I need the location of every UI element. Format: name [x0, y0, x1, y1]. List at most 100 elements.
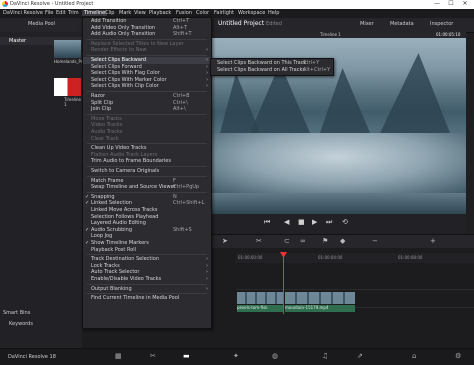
- resolve-logo-icon: [2, 1, 8, 7]
- fairlight-page-icon[interactable]: ♫: [322, 352, 328, 360]
- home-icon[interactable]: ⌂: [412, 352, 416, 360]
- play-icon[interactable]: ▶: [312, 218, 317, 226]
- menu-separator: [87, 113, 207, 115]
- menu-item-label: Playback Post Roll: [91, 246, 137, 253]
- clip-thumbnail[interactable]: [54, 40, 81, 58]
- playhead[interactable]: [283, 252, 284, 314]
- clip-name-label[interactable]: mountain-15179.mp4: [285, 305, 355, 312]
- menu-item-label: Replace Selected Titles to New Layer: [91, 40, 184, 47]
- go-to-start-icon[interactable]: ⏮: [264, 218, 270, 227]
- flag-icon[interactable]: ⚑: [322, 237, 328, 245]
- menu-item-label: Show Timeline Markers: [91, 240, 149, 246]
- video-clip[interactable]: [285, 292, 355, 304]
- close-button[interactable]: ✕: [458, 0, 472, 7]
- selection-tool-icon[interactable]: ➤: [222, 237, 228, 245]
- media-pool-thumbnails: Homelands_Pr Timeline 1: [52, 32, 83, 112]
- menu-workspace[interactable]: Workspace: [238, 10, 265, 16]
- submenu-item-label: Select Clips Backward on This Track: [217, 60, 307, 66]
- go-to-end-icon[interactable]: ⏭: [326, 218, 332, 227]
- menu-help[interactable]: Help: [268, 10, 279, 16]
- menu-item[interactable]: Enable/Disable Video Tracks ›: [83, 276, 211, 283]
- submenu-item-shortcut: Alt+Ctrl+Y: [303, 67, 331, 73]
- zoom-out-icon[interactable]: −: [372, 237, 378, 245]
- submenu-arrow-icon: ›: [206, 57, 208, 63]
- menu-item[interactable]: Trim Audio to Frame Boundaries: [83, 158, 211, 165]
- metadata-button[interactable]: Metadata: [390, 21, 414, 27]
- menu-fusion[interactable]: Fusion: [176, 10, 192, 16]
- menu-file[interactable]: File: [45, 10, 53, 16]
- marker-icon[interactable]: ◆: [340, 237, 345, 245]
- menu-item-label: Layered Audio Editing: [91, 220, 146, 227]
- menu-davinci-resolve[interactable]: DaVinci Resolve: [3, 10, 43, 16]
- color-page-icon[interactable]: ◍: [272, 352, 278, 360]
- edit-page-icon[interactable]: ▬: [183, 352, 190, 360]
- media-pool-button[interactable]: Media Pool: [28, 21, 55, 27]
- menu-separator: [87, 293, 207, 295]
- video-clip[interactable]: [237, 292, 283, 304]
- loop-icon[interactable]: ⟲: [342, 218, 348, 226]
- menu-timeline[interactable]: Timeline: [82, 10, 108, 16]
- menu-item[interactable]: Add Audio Only Transition Shift+T: [83, 31, 211, 38]
- clip-name-label[interactable]: pexels-tom-fisk: [237, 305, 283, 312]
- menu-trim[interactable]: Trim: [68, 10, 79, 16]
- timeline-ruler[interactable]: 01:00:00:00 01:00:04:00 01:00:08:00: [236, 253, 474, 263]
- menu-item-label: Snapping: [91, 193, 115, 200]
- menu-item-label: Move Tracks: [91, 115, 122, 122]
- submenu-item[interactable]: Select Clips Backward on All Tracks Alt+C…: [211, 67, 333, 74]
- menu-mark[interactable]: Mark: [119, 10, 131, 16]
- play-reverse-icon[interactable]: ◀: [284, 218, 289, 226]
- menu-item-label: Add Transition: [91, 18, 127, 24]
- menu-item[interactable]: Join Clip Alt+\: [83, 106, 211, 113]
- check-icon: ✓: [85, 200, 90, 207]
- cut-page-icon[interactable]: ✂: [150, 352, 156, 360]
- menu-item-label: Select Clips With Flag Color: [91, 70, 160, 77]
- deliver-page-icon[interactable]: ⇗: [357, 352, 363, 360]
- razor-tool-icon[interactable]: ✂: [256, 237, 262, 245]
- stop-icon[interactable]: ■: [298, 218, 305, 226]
- minimize-button[interactable]: —: [430, 0, 444, 7]
- menu-item-shortcut: Alt+\: [173, 106, 186, 113]
- track-v2[interactable]: [236, 271, 474, 290]
- submenu-item-shortcut: Ctrl+Y: [303, 60, 320, 66]
- settings-icon[interactable]: ⚙: [455, 352, 461, 360]
- menu-item[interactable]: Output Blanking ›: [83, 286, 211, 293]
- menu-separator: [87, 175, 207, 177]
- zoom-in-icon[interactable]: +: [430, 237, 436, 245]
- menu-item-label: Loop Jog: [91, 233, 113, 240]
- fusion-page-icon[interactable]: ✦: [233, 352, 239, 360]
- timeline-thumbnail[interactable]: [54, 78, 81, 96]
- submenu-arrow-icon: ›: [206, 83, 208, 90]
- menu-item[interactable]: Playback Post Roll: [83, 247, 211, 254]
- menu-color[interactable]: Color: [196, 10, 209, 16]
- menu-separator: [87, 38, 207, 40]
- menu-item[interactable]: Select Clips With Clip Color ›: [83, 83, 211, 90]
- inspector-button[interactable]: Inspector: [430, 21, 453, 27]
- menu-view[interactable]: View: [134, 10, 146, 16]
- menu-separator: [87, 254, 207, 256]
- link-icon[interactable]: ∞: [300, 237, 306, 245]
- media-page-icon[interactable]: ▦: [115, 352, 122, 360]
- menu-playback[interactable]: Playback: [149, 10, 171, 16]
- timeline-name[interactable]: Timeline 1: [320, 32, 341, 37]
- menu-item-label: Enable/Disable Video Tracks: [91, 276, 162, 282]
- menu-item[interactable]: Swap Timeline and Source Viewer Ctrl+PgUp: [83, 184, 211, 191]
- menu-item-shortcut: N: [173, 193, 177, 200]
- snapping-icon[interactable]: ⊂: [284, 237, 290, 245]
- menu-item-label: Linked Selection: [91, 200, 132, 207]
- mixer-button[interactable]: Mixer: [360, 21, 374, 27]
- menu-fairlight[interactable]: Fairlight: [214, 10, 234, 16]
- menu-separator: [87, 283, 207, 285]
- menu-edit[interactable]: Edit: [56, 10, 66, 16]
- menu-separator: [87, 191, 207, 193]
- maximize-button[interactable]: ☐: [444, 0, 458, 7]
- menu-item-label: Linked Move Across Tracks: [91, 207, 158, 213]
- menu-item[interactable]: Find Current Timeline in Media Pool: [83, 295, 211, 302]
- menu-clip[interactable]: Clip: [105, 10, 114, 16]
- menu-item-label: Select Clips Backward: [91, 57, 147, 63]
- menu-item: Render Effects to New ›: [83, 47, 211, 54]
- submenu-item[interactable]: Select Clips Backward on This Track Ctrl+…: [211, 60, 333, 67]
- ruler-tc: 01:00:00:00: [238, 255, 263, 260]
- menu-item[interactable]: Switch to Camera Originals: [83, 168, 211, 175]
- submenu-arrow-icon: ›: [206, 285, 208, 292]
- keywords-bin[interactable]: Keywords: [9, 321, 33, 327]
